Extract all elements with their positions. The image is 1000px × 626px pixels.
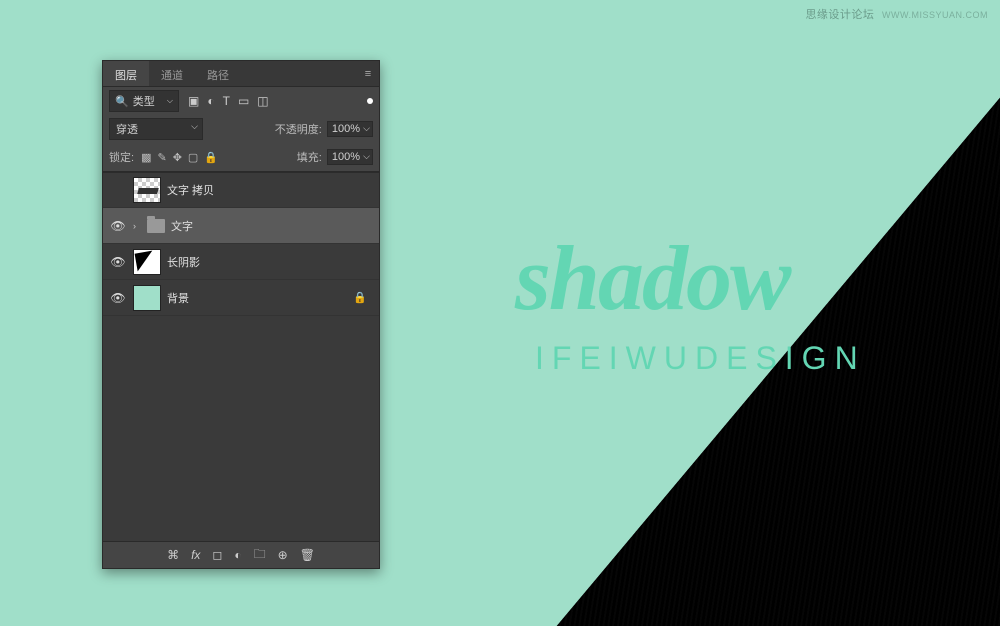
filter-adjust-icon[interactable]: ◐ [207, 94, 214, 108]
layer-name: 背景 [167, 290, 189, 306]
folder-icon [147, 219, 165, 233]
layer-row[interactable]: 👁 文字 拷贝 [103, 172, 379, 208]
artwork-main-text: shadow [515, 225, 789, 331]
chevron-down-icon: ⌵ [167, 96, 173, 106]
filter-shape-icon[interactable]: ▭ [238, 94, 249, 108]
layer-thumbnail [133, 285, 161, 311]
filter-row: 🔍 类型 ⌵ ▣ ◐ T ▭ ◫ [103, 87, 379, 115]
new-layer-icon[interactable]: ⊕ [278, 548, 288, 562]
lock-label: 锁定: [109, 149, 134, 165]
blend-mode-select[interactable]: 穿透 [109, 118, 203, 140]
layer-mask-icon[interactable]: ◻ [212, 548, 222, 562]
filter-type-select[interactable]: 🔍 类型 ⌵ [109, 90, 179, 112]
layer-list: 👁 文字 拷贝 👁 › 文字 👁 长阴影 👁 背景 🔒 [103, 171, 379, 542]
layer-thumbnail [133, 249, 161, 275]
tab-paths[interactable]: 路径 [195, 61, 241, 86]
canvas-artwork: shadow IFEIWUDESIGN [460, 0, 1000, 626]
opacity-label: 不透明度: [275, 121, 322, 137]
filter-icons: ▣ ◐ T ▭ ◫ [188, 94, 269, 108]
layer-style-icon[interactable]: fx [191, 548, 200, 562]
opacity-value[interactable]: 100% [327, 121, 373, 137]
filter-label: 类型 [133, 93, 155, 109]
visibility-toggle[interactable]: 👁 [109, 183, 127, 197]
visibility-toggle[interactable]: 👁 [109, 219, 127, 233]
lock-image-icon[interactable]: ✎ [157, 151, 166, 164]
fill-value[interactable]: 100% [327, 149, 373, 165]
tab-channels[interactable]: 通道 [149, 61, 195, 86]
layers-bottom-bar: ⌘ fx ◻ ◐ 🗀 ⊕ 🗑 [103, 542, 379, 568]
filter-image-icon[interactable]: ▣ [188, 94, 199, 108]
blend-row: 穿透 不透明度: 100% [103, 115, 379, 143]
lock-row: 锁定: ▩ ✎ ✥ ▢ 🔒 填充: 100% [103, 143, 379, 171]
link-layers-icon[interactable]: ⌘ [167, 548, 179, 562]
artwork-sub-text: IFEIWUDESIGN [535, 340, 866, 377]
lock-artboard-icon[interactable]: ▢ [188, 151, 198, 164]
blend-mode-value: 穿透 [116, 124, 138, 136]
panel-tabs: 图层 通道 路径 ≡ [103, 61, 379, 87]
panel-menu-icon[interactable]: ≡ [357, 61, 379, 86]
layer-name: 长阴影 [167, 254, 200, 270]
layer-name: 文字 拷贝 [167, 182, 214, 198]
filter-toggle[interactable] [367, 98, 373, 104]
layer-row[interactable]: 👁 长阴影 [103, 244, 379, 280]
visibility-toggle[interactable]: 👁 [109, 291, 127, 305]
search-icon: 🔍 [115, 95, 129, 108]
lock-icon: 🔒 [353, 291, 367, 304]
lock-transparency-icon[interactable]: ▩ [141, 151, 151, 164]
layer-name: 文字 [171, 218, 193, 234]
visibility-toggle[interactable]: 👁 [109, 255, 127, 269]
fill-label: 填充: [297, 149, 322, 165]
new-group-icon[interactable]: 🗀 [254, 545, 266, 566]
filter-type-icon[interactable]: T [223, 94, 230, 108]
lock-position-icon[interactable]: ✥ [173, 151, 182, 164]
chevron-right-icon[interactable]: › [133, 221, 141, 231]
layer-row[interactable]: 👁 背景 🔒 [103, 280, 379, 316]
adjustment-layer-icon[interactable]: ◐ [234, 548, 241, 562]
filter-smart-icon[interactable]: ◫ [257, 94, 268, 108]
delete-layer-icon[interactable]: 🗑 [300, 548, 315, 562]
lock-all-icon[interactable]: 🔒 [204, 151, 218, 164]
layers-panel: 图层 通道 路径 ≡ 🔍 类型 ⌵ ▣ ◐ T ▭ ◫ 穿透 不透明度: 100… [102, 60, 380, 569]
layer-row[interactable]: 👁 › 文字 [103, 208, 379, 244]
tab-layers[interactable]: 图层 [103, 61, 149, 86]
layer-thumbnail [133, 177, 161, 203]
